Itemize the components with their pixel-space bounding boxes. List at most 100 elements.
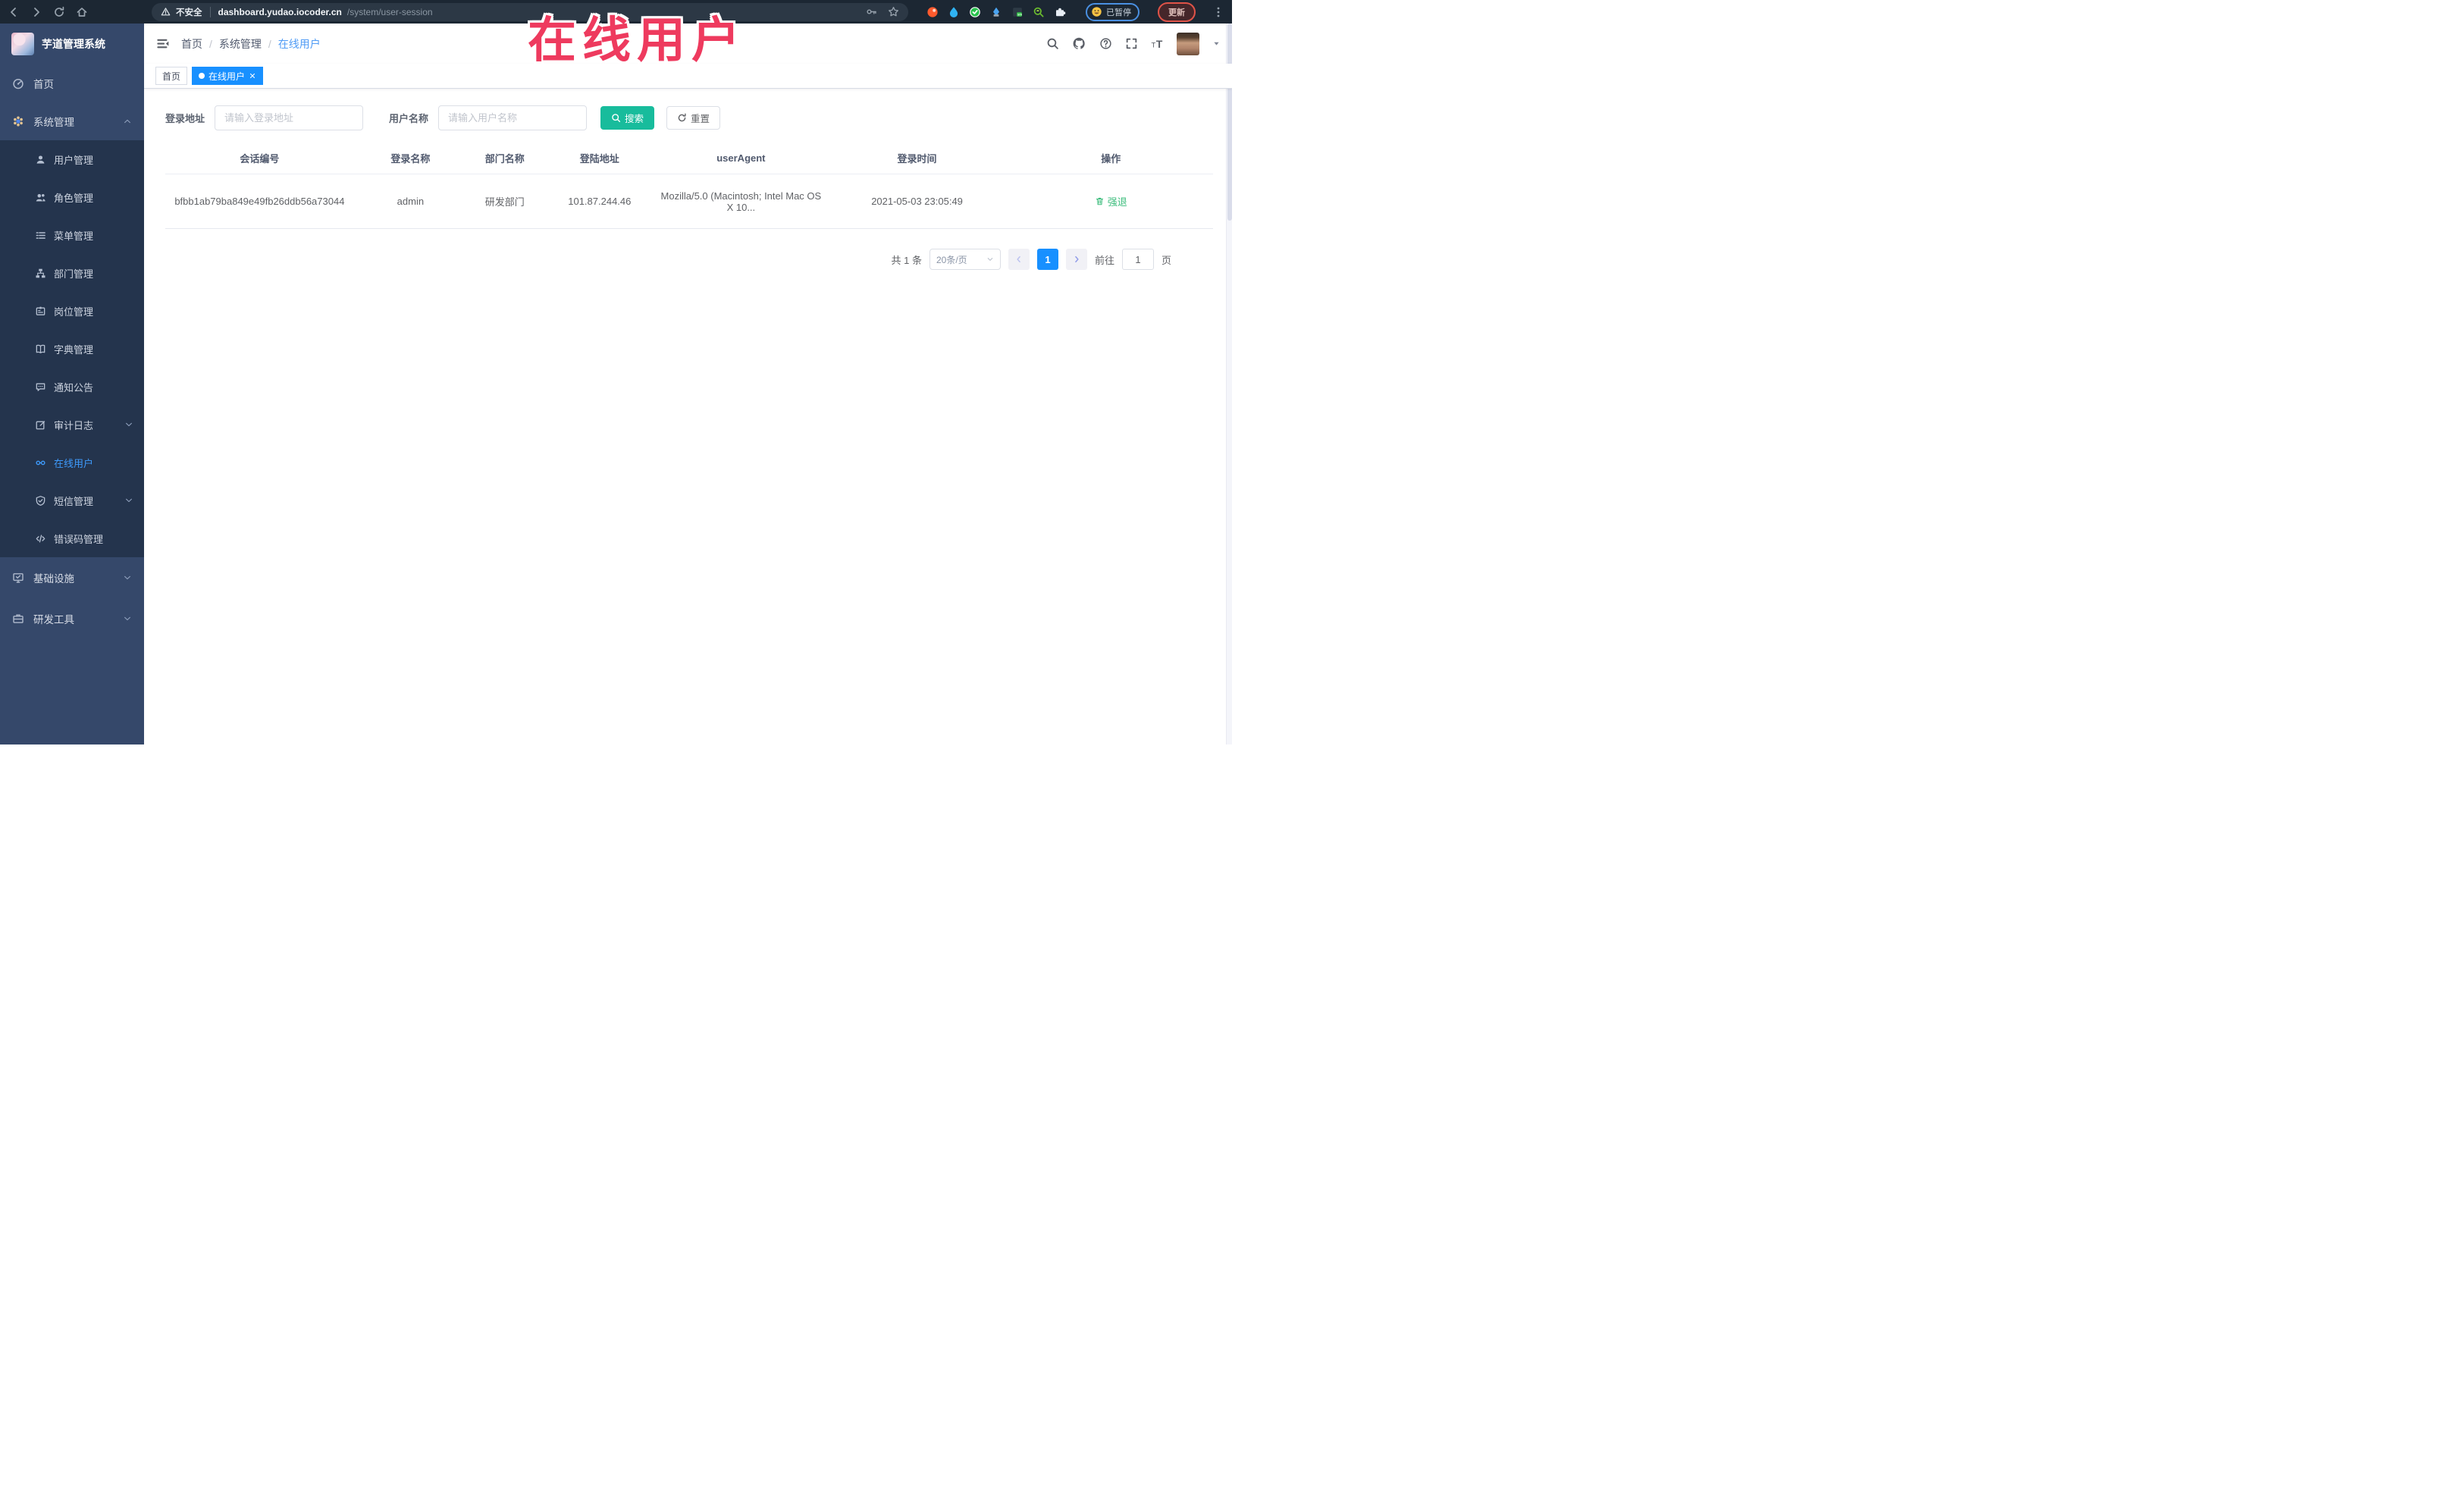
- extension-icon[interactable]: [948, 6, 960, 18]
- emoji-face-icon: [1092, 7, 1102, 17]
- sidebar-item-label: 角色管理: [54, 192, 94, 204]
- book-icon: [36, 344, 45, 353]
- force-logout-label: 强退: [1107, 196, 1127, 208]
- browser-forward-button[interactable]: [30, 6, 42, 18]
- browser-back-button[interactable]: [8, 6, 20, 18]
- current-page-button[interactable]: 1: [1036, 249, 1058, 270]
- sidebar-item-online-users[interactable]: 在线用户: [0, 444, 144, 481]
- users-icon: [36, 193, 45, 201]
- password-key-icon[interactable]: [866, 6, 877, 17]
- breadcrumb-system-management[interactable]: 系统管理: [219, 36, 262, 52]
- tab-home[interactable]: 首页: [155, 67, 188, 85]
- extension-icon[interactable]: [990, 6, 1002, 18]
- list-icon: [36, 231, 45, 239]
- trash-icon: [1096, 197, 1103, 205]
- gear-icon: [14, 116, 23, 127]
- page-size-select[interactable]: 20条/页: [929, 249, 1001, 270]
- search-icon[interactable]: [1046, 37, 1059, 50]
- sidebar-item-post-management[interactable]: 岗位管理: [0, 292, 144, 330]
- browser-reload-button[interactable]: [53, 6, 65, 18]
- main-area: 首页 / 系统管理 / 在线用户 首页 在线用户 登录地址 请输入登录地址 用户…: [144, 24, 1232, 744]
- filter-form: 登录地址 用户名称 搜索 重置: [165, 105, 1213, 130]
- table-header-row: 会话编号 登录名称 部门名称 登陆地址 userAgent 登录时间 操作: [165, 143, 1213, 174]
- badge-icon: [36, 306, 45, 315]
- github-icon[interactable]: [1072, 36, 1086, 51]
- page-size-value: 20条/页: [936, 254, 967, 265]
- reset-button[interactable]: 重置: [666, 106, 721, 130]
- username-label: 用户名称: [389, 113, 429, 124]
- sidebar-item-department-management[interactable]: 部门管理: [0, 254, 144, 292]
- sidebar-item-label: 通知公告: [54, 381, 94, 393]
- cell-user-agent: Mozilla/5.0 (Macintosh; Intel Mac OS X 1…: [660, 190, 822, 213]
- breadcrumb-home[interactable]: 首页: [181, 36, 202, 52]
- sidebar-item-label: 菜单管理: [54, 230, 94, 242]
- next-page-button[interactable]: [1065, 249, 1087, 270]
- paused-badge[interactable]: 已暂停: [1086, 2, 1140, 21]
- chevron-right-icon: [1075, 255, 1079, 263]
- font-size-icon[interactable]: [1151, 37, 1164, 50]
- extensions-puzzle-icon[interactable]: [1054, 6, 1066, 18]
- browser-menu-icon[interactable]: [1212, 6, 1224, 18]
- force-logout-button[interactable]: 强退: [1095, 194, 1127, 208]
- sidebar-item-label: 在线用户: [54, 457, 94, 469]
- shield-check-icon: [36, 495, 45, 506]
- fullscreen-icon[interactable]: [1125, 37, 1138, 50]
- sidebar-item-role-management[interactable]: 角色管理: [0, 178, 144, 216]
- breadcrumb-current: 在线用户: [277, 37, 321, 50]
- page-scrollbar[interactable]: [1226, 24, 1232, 744]
- user-icon: [36, 155, 45, 164]
- user-avatar[interactable]: [1177, 32, 1199, 55]
- tab-close-icon[interactable]: [249, 72, 256, 80]
- browser-update-button[interactable]: 更新: [1158, 2, 1196, 22]
- bookmark-star-icon[interactable]: [888, 6, 899, 17]
- cell-login-time: 2021-05-03 23:05:49: [871, 196, 963, 207]
- browser-home-button[interactable]: [76, 6, 88, 18]
- goto-page-input[interactable]: [1121, 249, 1154, 270]
- screen: 不安全 dashboard.yudao.iocoder.cn/system/us…: [0, 0, 1232, 744]
- sidebar-item-notice[interactable]: 通知公告: [0, 368, 144, 406]
- refresh-icon: [678, 113, 686, 122]
- system-management-submenu: 用户管理 角色管理 菜单管理 部门管理 岗位管理 字典管理 通知公告 审计日志 …: [0, 140, 144, 557]
- sidebar-item-dev-tools[interactable]: 研发工具: [0, 598, 144, 639]
- extension-icon[interactable]: [969, 5, 981, 18]
- sidebar-item-label: 错误码管理: [54, 533, 104, 545]
- sidebar-item-infrastructure[interactable]: 基础设施: [0, 557, 144, 598]
- login-address-input[interactable]: [215, 105, 364, 130]
- column-header: 登录名称: [390, 153, 431, 165]
- reset-button-label: 重置: [691, 114, 710, 124]
- search-button[interactable]: 搜索: [600, 106, 655, 130]
- address-bar[interactable]: 不安全 dashboard.yudao.iocoder.cn/system/us…: [152, 2, 908, 21]
- tab-label: 在线用户: [208, 71, 246, 82]
- chevron-up-icon: [124, 119, 130, 124]
- chevron-down-icon: [124, 616, 130, 621]
- sidebar-item-menu-management[interactable]: 菜单管理: [0, 216, 144, 254]
- chevron-left-icon: [1017, 255, 1020, 263]
- sidebar-item-label: 用户管理: [54, 154, 94, 166]
- sidebar-item-user-management[interactable]: 用户管理: [0, 140, 144, 178]
- sidebar-item-sms-management[interactable]: 短信管理: [0, 481, 144, 519]
- sidebar-item-home[interactable]: 首页: [0, 64, 144, 102]
- extension-icon[interactable]: [1033, 6, 1045, 18]
- org-tree-icon: [35, 268, 46, 278]
- extension-icon[interactable]: [1011, 6, 1024, 18]
- prev-page-button[interactable]: [1008, 249, 1030, 270]
- username-input[interactable]: [438, 105, 588, 130]
- search-icon: [612, 114, 621, 123]
- help-icon[interactable]: [1099, 37, 1112, 50]
- tab-label: 首页: [162, 71, 181, 82]
- sidebar-item-label: 研发工具: [33, 614, 74, 625]
- column-header: 登陆地址: [579, 153, 619, 165]
- sidebar-item-dict-management[interactable]: 字典管理: [0, 330, 144, 368]
- hamburger-collapse-icon[interactable]: [155, 36, 170, 51]
- url-host: dashboard.yudao.iocoder.cn: [218, 6, 342, 17]
- sidebar-item-label: 字典管理: [54, 343, 94, 356]
- sidebar-item-audit-log[interactable]: 审计日志: [0, 406, 144, 444]
- not-secure-warning-icon[interactable]: [161, 7, 171, 17]
- scrollbar-thumb[interactable]: [1227, 24, 1232, 221]
- sidebar-item-error-code-management[interactable]: 错误码管理: [0, 519, 144, 557]
- app-title: 芋道管理系统: [42, 38, 105, 50]
- avatar-caret-down-icon[interactable]: [1212, 39, 1221, 48]
- sidebar-item-system-management[interactable]: 系统管理: [0, 102, 144, 140]
- extension-icon[interactable]: [926, 6, 939, 18]
- tab-online-users[interactable]: 在线用户: [192, 67, 264, 85]
